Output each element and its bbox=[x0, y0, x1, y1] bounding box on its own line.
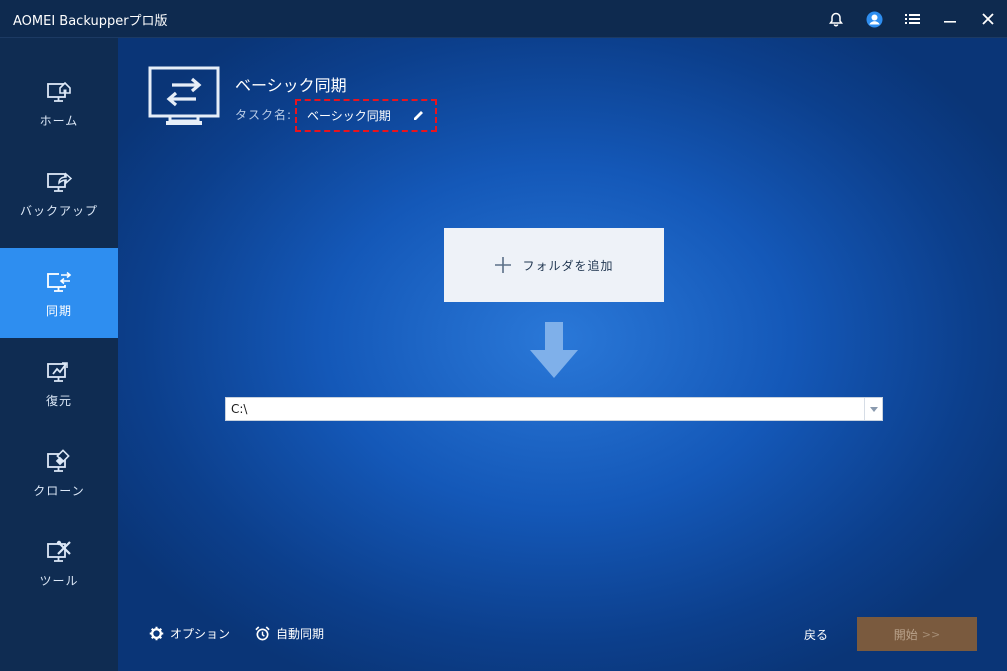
sync-task-icon bbox=[148, 66, 220, 125]
sidebar-item-restore[interactable]: 復元 bbox=[0, 338, 118, 428]
bell-icon[interactable] bbox=[817, 0, 855, 38]
sidebar-item-tools[interactable]: ツール bbox=[0, 518, 118, 608]
clone-icon bbox=[47, 448, 70, 472]
sidebar-item-label: ツール bbox=[39, 573, 79, 588]
task-title: ベーシック同期 bbox=[235, 76, 347, 95]
add-folder-label: フォルダを追加 bbox=[522, 258, 614, 273]
destination-path-value: C:\ bbox=[231, 402, 248, 416]
auto-sync-label: 自動同期 bbox=[276, 627, 325, 641]
user-icon[interactable] bbox=[855, 0, 893, 38]
sidebar: ホーム バックアップ 同期 復元 クローン ツール bbox=[0, 38, 118, 671]
sidebar-item-label: クローン bbox=[33, 483, 85, 498]
options-button[interactable]: オプション bbox=[149, 625, 230, 642]
sidebar-item-home[interactable]: ホーム bbox=[0, 58, 118, 148]
sidebar-item-clone[interactable]: クローン bbox=[0, 428, 118, 518]
menu-icon[interactable] bbox=[893, 0, 931, 38]
pencil-icon[interactable] bbox=[412, 109, 425, 122]
minimize-icon[interactable] bbox=[931, 0, 969, 38]
sidebar-item-sync[interactable]: 同期 bbox=[0, 248, 118, 338]
options-label: オプション bbox=[170, 627, 231, 641]
app-title: AOMEI Backupperプロ版 bbox=[13, 14, 168, 29]
close-icon[interactable] bbox=[969, 0, 1007, 38]
sidebar-item-label: 同期 bbox=[45, 303, 72, 318]
arrow-down-icon bbox=[530, 322, 578, 378]
home-icon bbox=[47, 81, 71, 102]
start-button[interactable]: 開始 >> bbox=[857, 617, 977, 651]
backup-icon bbox=[47, 171, 73, 192]
sidebar-item-label: 復元 bbox=[45, 393, 72, 408]
auto-sync-button[interactable]: 自動同期 bbox=[255, 625, 324, 642]
sidebar-item-label: バックアップ bbox=[19, 203, 98, 218]
start-label: 開始 bbox=[893, 627, 918, 642]
back-button[interactable]: 戻る bbox=[804, 626, 828, 643]
tools-icon bbox=[47, 540, 71, 562]
restore-icon bbox=[47, 361, 68, 382]
sidebar-item-backup[interactable]: バックアップ bbox=[0, 148, 118, 238]
add-folder-button[interactable]: フォルダを追加 bbox=[444, 228, 664, 302]
chevron-down-icon[interactable] bbox=[864, 398, 882, 420]
title-bar-controls bbox=[817, 0, 1007, 38]
sync-icon bbox=[47, 270, 72, 292]
main-panel: ベーシック同期 タスク名: ベーシック同期 フォルダを追加 C:\ オプション … bbox=[118, 38, 1007, 671]
sidebar-item-label: ホーム bbox=[39, 113, 79, 128]
task-name-label: タスク名: bbox=[235, 108, 293, 122]
task-name-field[interactable]: ベーシック同期 bbox=[295, 99, 437, 132]
title-bar: AOMEI Backupperプロ版 bbox=[0, 0, 1007, 38]
destination-path-select[interactable]: C:\ bbox=[225, 397, 883, 421]
plus-icon bbox=[495, 257, 512, 273]
alarm-clock-icon bbox=[255, 626, 270, 641]
task-name-value: ベーシック同期 bbox=[307, 109, 391, 123]
gear-icon bbox=[149, 626, 164, 641]
double-chevron-right-icon: >> bbox=[921, 627, 941, 641]
